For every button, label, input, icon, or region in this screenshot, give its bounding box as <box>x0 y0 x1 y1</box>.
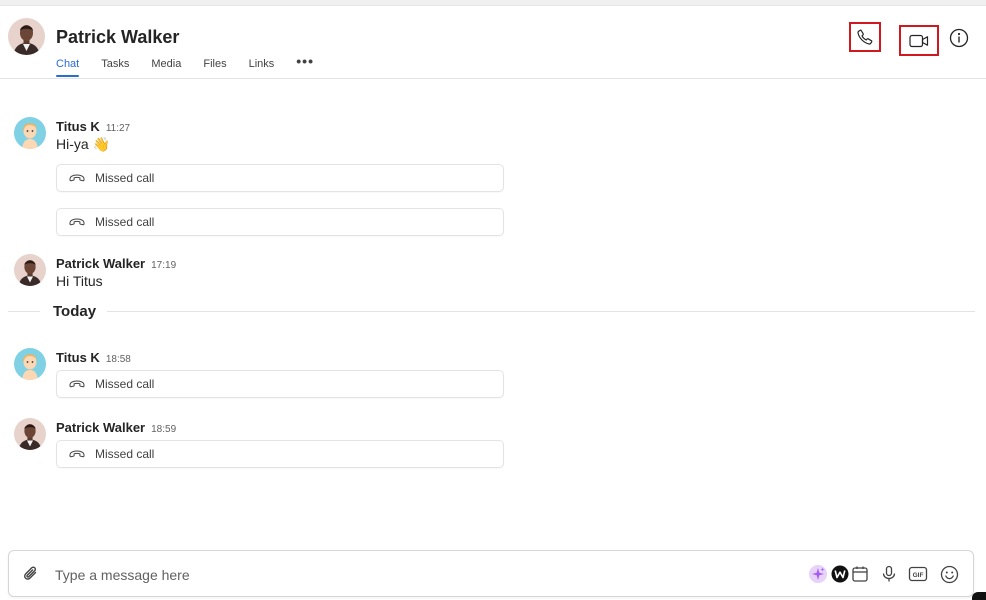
patrick-avatar[interactable] <box>14 418 46 450</box>
missed-call-card[interactable]: Missed call <box>56 440 504 468</box>
emoji-icon[interactable] <box>938 563 960 585</box>
missed-call-label: Missed call <box>95 171 155 185</box>
message-text: Hi Titus <box>56 273 103 289</box>
more-tabs-icon[interactable]: ••• <box>296 53 314 70</box>
day-divider-label: Today <box>53 303 97 320</box>
window-corner <box>972 592 986 600</box>
message-time: 11:27 <box>105 123 131 134</box>
message-composer: GIF <box>8 550 974 597</box>
tab-files[interactable]: Files <box>203 58 226 70</box>
ai-sparkle-icon[interactable] <box>807 563 829 585</box>
phone-icon <box>857 29 873 45</box>
message-sender: Titus K 18:58 <box>56 350 131 365</box>
message-sender: Patrick Walker 18:59 <box>56 420 176 435</box>
w-logo-icon[interactable] <box>829 563 851 585</box>
chat-tabs: Chat Tasks Media Files Links ••• <box>56 53 336 77</box>
contact-avatar[interactable] <box>8 18 45 55</box>
sender-name: Patrick Walker <box>56 256 146 271</box>
contact-name: Patrick Walker <box>56 27 180 47</box>
missed-call-label: Missed call <box>95 377 155 391</box>
message-time: 18:59 <box>151 424 177 435</box>
tab-chat[interactable]: Chat <box>56 58 80 77</box>
message-sender: Titus K 11:27 <box>56 119 130 134</box>
conversation-info-button[interactable] <box>948 27 970 49</box>
chat-header: Patrick Walker Chat Tasks Media Files Li… <box>0 6 986 79</box>
patrick-avatar[interactable] <box>14 254 46 286</box>
message-input[interactable] <box>53 563 757 587</box>
svg-text:GIF: GIF <box>913 572 924 579</box>
titus-avatar[interactable] <box>14 117 46 149</box>
titus-avatar[interactable] <box>14 348 46 380</box>
tab-media[interactable]: Media <box>151 58 181 70</box>
hang-up-phone-icon <box>69 378 86 390</box>
video-camera-icon <box>909 34 929 47</box>
missed-call-card[interactable]: Missed call <box>56 208 504 236</box>
tab-tasks[interactable]: Tasks <box>101 58 129 70</box>
sender-name: Titus K <box>56 119 100 134</box>
calendar-icon[interactable] <box>849 563 871 585</box>
hang-up-phone-icon <box>69 216 86 228</box>
paperclip-icon[interactable] <box>21 564 41 584</box>
missed-call-label: Missed call <box>95 215 155 229</box>
message-sender: Patrick Walker 17:19 <box>56 256 176 271</box>
message-time: 18:58 <box>105 354 131 365</box>
tab-links[interactable]: Links <box>249 58 275 70</box>
day-divider-line <box>107 311 975 312</box>
microphone-icon[interactable] <box>878 563 900 585</box>
hang-up-phone-icon <box>69 448 86 460</box>
audio-call-button[interactable] <box>849 22 881 52</box>
info-icon <box>949 28 969 48</box>
sender-name: Patrick Walker <box>56 420 146 435</box>
missed-call-label: Missed call <box>95 447 155 461</box>
sender-name: Titus K <box>56 350 100 365</box>
message-text: Hi-ya 👋 <box>56 136 110 152</box>
missed-call-card[interactable]: Missed call <box>56 164 504 192</box>
day-divider-line <box>8 311 40 312</box>
message-time: 17:19 <box>151 260 177 271</box>
missed-call-card[interactable]: Missed call <box>56 370 504 398</box>
video-call-button[interactable] <box>899 25 939 56</box>
gif-icon[interactable]: GIF <box>907 563 929 585</box>
hang-up-phone-icon <box>69 172 86 184</box>
